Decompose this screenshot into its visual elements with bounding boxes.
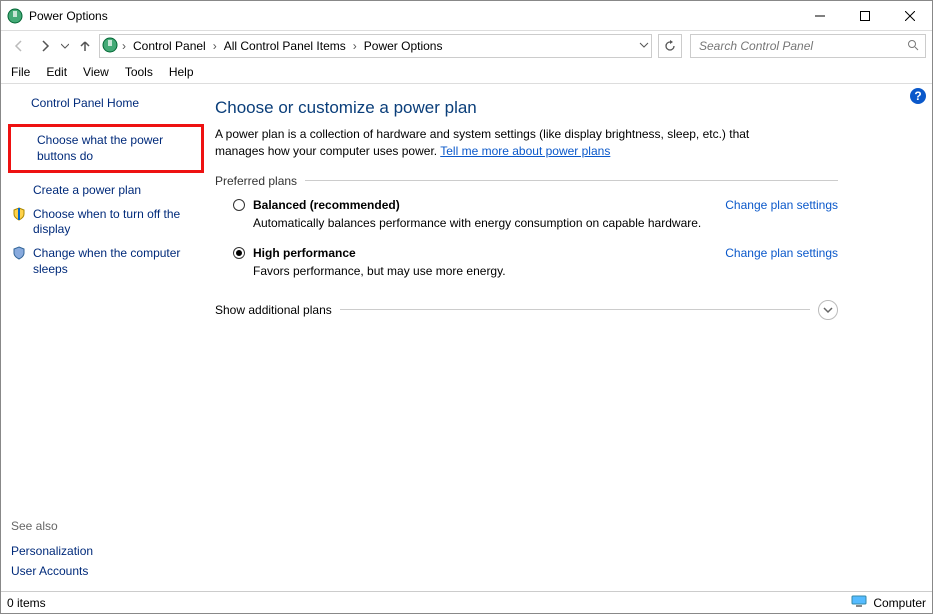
shield-icon xyxy=(11,246,27,260)
shield-icon xyxy=(11,207,27,221)
plan-balanced: Balanced (recommended) Change plan setti… xyxy=(233,198,838,230)
control-panel-home-link[interactable]: Control Panel Home xyxy=(31,96,201,110)
menu-edit[interactable]: Edit xyxy=(46,65,67,79)
sidebar-link-label: Create a power plan xyxy=(33,183,201,199)
divider xyxy=(340,309,810,310)
menu-tools[interactable]: Tools xyxy=(125,65,153,79)
breadcrumb[interactable]: Control Panel xyxy=(130,39,209,53)
section-label-text: Preferred plans xyxy=(215,174,297,188)
status-right: Computer xyxy=(873,596,926,610)
plan-high-performance: High performance Change plan settings Fa… xyxy=(233,246,838,278)
page-heading: Choose or customize a power plan xyxy=(215,98,838,118)
plan-description: Favors performance, but may use more ene… xyxy=(253,264,838,278)
see-also-heading: See also xyxy=(11,519,93,533)
chevron-right-icon: › xyxy=(122,39,126,53)
menu-file[interactable]: File xyxy=(11,65,30,79)
sidebar: Control Panel Home Choose what the power… xyxy=(1,84,211,591)
radio-balanced[interactable] xyxy=(233,199,245,211)
sidebar-link-display-off[interactable]: Choose when to turn off the display xyxy=(11,203,201,242)
sidebar-link-label: Change when the computer sleeps xyxy=(33,246,201,277)
show-additional-plans[interactable]: Show additional plans xyxy=(215,300,838,320)
up-button[interactable] xyxy=(73,34,97,58)
plan-name[interactable]: High performance xyxy=(253,246,356,260)
learn-more-link[interactable]: Tell me more about power plans xyxy=(440,144,610,158)
sidebar-link-sleep[interactable]: Change when the computer sleeps xyxy=(11,242,201,281)
sidebar-link-power-buttons[interactable]: Choose what the power buttons do xyxy=(8,124,204,173)
show-additional-label: Show additional plans xyxy=(215,303,332,317)
minimize-button[interactable] xyxy=(797,1,842,31)
address-dropdown[interactable] xyxy=(639,39,649,53)
status-left: 0 items xyxy=(7,596,46,610)
window: Power Options › Control Panel › All Cont… xyxy=(0,0,933,614)
change-plan-settings-link[interactable]: Change plan settings xyxy=(725,246,838,260)
close-button[interactable] xyxy=(887,1,932,31)
back-button[interactable] xyxy=(7,34,31,58)
statusbar: 0 items Computer xyxy=(1,591,932,613)
computer-icon xyxy=(851,595,867,610)
address-bar[interactable]: › Control Panel › All Control Panel Item… xyxy=(99,34,652,58)
content: ? Choose or customize a power plan A pow… xyxy=(211,84,932,591)
divider xyxy=(305,180,838,181)
breadcrumb[interactable]: Power Options xyxy=(361,39,446,53)
breadcrumb[interactable]: All Control Panel Items xyxy=(221,39,349,53)
titlebar: Power Options xyxy=(1,1,932,31)
help-icon[interactable]: ? xyxy=(910,88,926,104)
chevron-right-icon: › xyxy=(353,39,357,53)
sidebar-link-label: Choose when to turn off the display xyxy=(33,207,201,238)
see-also-user-accounts[interactable]: User Accounts xyxy=(11,561,93,581)
see-also-personalization[interactable]: Personalization xyxy=(11,541,93,561)
radio-high-performance[interactable] xyxy=(233,247,245,259)
page-description: A power plan is a collection of hardware… xyxy=(215,126,795,160)
menu-view[interactable]: View xyxy=(83,65,109,79)
search-box[interactable] xyxy=(690,34,926,58)
window-title: Power Options xyxy=(29,9,797,23)
location-icon xyxy=(102,37,118,56)
menu-help[interactable]: Help xyxy=(169,65,194,79)
plan-name[interactable]: Balanced (recommended) xyxy=(253,198,400,212)
change-plan-settings-link[interactable]: Change plan settings xyxy=(725,198,838,212)
see-also: See also Personalization User Accounts xyxy=(11,519,93,581)
app-icon xyxy=(7,8,23,24)
maximize-button[interactable] xyxy=(842,1,887,31)
search-input[interactable] xyxy=(697,38,907,54)
history-dropdown[interactable] xyxy=(59,42,71,50)
refresh-button[interactable] xyxy=(658,34,682,58)
plan-description: Automatically balances performance with … xyxy=(253,216,838,230)
sidebar-link-label: Choose what the power buttons do xyxy=(37,133,197,164)
chevron-right-icon: › xyxy=(213,39,217,53)
menubar: File Edit View Tools Help xyxy=(1,61,932,84)
window-buttons xyxy=(797,1,932,31)
search-icon xyxy=(907,39,919,54)
navbar: › Control Panel › All Control Panel Item… xyxy=(1,31,932,61)
preferred-plans-label: Preferred plans xyxy=(215,174,838,188)
chevron-down-icon[interactable] xyxy=(818,300,838,320)
sidebar-link-create-plan[interactable]: Create a power plan xyxy=(11,179,201,203)
forward-button[interactable] xyxy=(33,34,57,58)
